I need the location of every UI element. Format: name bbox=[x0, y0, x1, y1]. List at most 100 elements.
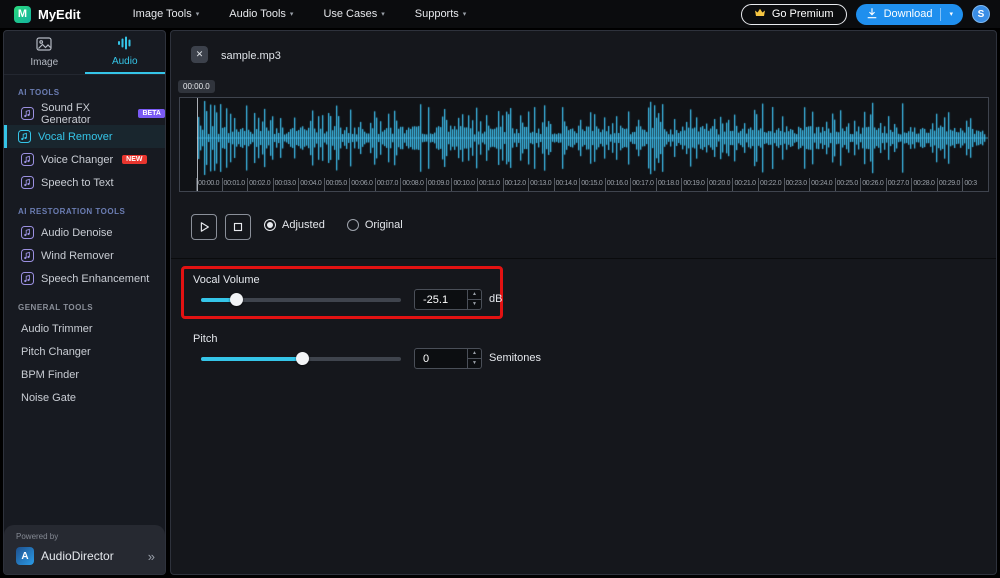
tab-image-label: Image bbox=[30, 57, 59, 68]
tab-image[interactable]: Image bbox=[4, 31, 85, 74]
sidebar-item-voice-changer[interactable]: Voice Changer NEW bbox=[4, 148, 165, 171]
sidebar-item-label: Noise Gate bbox=[21, 391, 77, 404]
timeline-tick: 00:3 bbox=[962, 178, 988, 191]
timeline-tick: 00:04.0 bbox=[298, 178, 324, 191]
tool-icon bbox=[21, 272, 34, 285]
chevron-down-icon[interactable]: ▾ bbox=[949, 10, 953, 18]
tool-icon bbox=[21, 176, 34, 189]
sidebar-item-sound-fx-generator[interactable]: Sound FX Generator BETA bbox=[4, 101, 165, 126]
audiodirector-logo-icon: A bbox=[16, 547, 34, 565]
main-nav: Image Tools ▾ Audio Tools ▾ Use Cases ▾ Suppor… bbox=[133, 8, 467, 20]
user-avatar[interactable]: S bbox=[972, 5, 990, 23]
timeline-tick: 00:07.0 bbox=[374, 178, 401, 191]
sidebar-item-vocal-remover[interactable]: Vocal Remover bbox=[4, 125, 165, 148]
timeline-tick: 00:18.0 bbox=[655, 178, 682, 191]
slider-handle[interactable] bbox=[296, 352, 309, 365]
timeline-tick: 00:14.0 bbox=[553, 178, 580, 191]
sidebar-tabs: Image Audio bbox=[4, 31, 165, 75]
timeline-tick: 00:06.0 bbox=[349, 178, 375, 191]
timeline-tick: 00:17.0 bbox=[630, 178, 656, 191]
play-button[interactable] bbox=[191, 214, 217, 240]
timeline-tick: 00:20.0 bbox=[706, 178, 733, 191]
powered-by-label: Powered by bbox=[16, 532, 59, 541]
timeline-tick: 00:10.0 bbox=[451, 178, 477, 191]
section-title: AI TOOLS bbox=[18, 88, 60, 97]
radio-adjusted[interactable]: Adjusted bbox=[264, 219, 325, 231]
timeline-tick: 00:01.0 bbox=[221, 178, 248, 191]
sidebar-item-wind-remover[interactable]: Wind Remover bbox=[4, 244, 165, 267]
sidebar-item-bpm-finder[interactable]: BPM Finder bbox=[4, 363, 165, 386]
sidebar-item-speech-to-text[interactable]: Speech to Text bbox=[4, 171, 165, 194]
nav-item-use-cases[interactable]: Use Cases ▾ bbox=[323, 8, 384, 20]
timeline-tick: 00:23.0 bbox=[783, 178, 810, 191]
pitch-slider[interactable] bbox=[201, 352, 401, 365]
close-file-button[interactable]: ✕ bbox=[191, 46, 208, 63]
section-title: AI RESTORATION TOOLS bbox=[18, 207, 126, 216]
pitch-spinner: ▲ ▼ bbox=[467, 349, 481, 368]
sidebar-item-label: Wind Remover bbox=[41, 249, 114, 262]
sidebar-item-noise-gate[interactable]: Noise Gate bbox=[4, 386, 165, 409]
timeline-tick: 00:28.0 bbox=[911, 178, 937, 191]
radio-original[interactable]: Original bbox=[346, 219, 403, 231]
slider-fill bbox=[201, 357, 302, 361]
spinner-down-icon[interactable]: ▼ bbox=[468, 359, 481, 368]
radio-label: Original bbox=[364, 219, 403, 231]
timeline-tick: 00:09.0 bbox=[425, 178, 452, 191]
sidebar-item-audio-trimmer[interactable]: Audio Trimmer bbox=[4, 317, 165, 340]
nav-item-label: Image Tools bbox=[132, 8, 192, 20]
timeline-tick: 00:29.0 bbox=[936, 178, 963, 191]
tool-icon bbox=[21, 153, 34, 166]
nav-item-label: Use Cases bbox=[323, 8, 378, 20]
waveform-canvas[interactable] bbox=[180, 98, 988, 178]
spinner-up-icon[interactable]: ▲ bbox=[468, 349, 481, 359]
chevron-down-icon: ▾ bbox=[289, 11, 294, 18]
double-chevron-icon[interactable]: » bbox=[148, 549, 155, 564]
sidebar-item-speech-enhancement[interactable]: Speech Enhancement bbox=[4, 267, 165, 290]
chevron-down-icon: ▾ bbox=[462, 11, 467, 18]
sidebar-item-label: Voice Changer bbox=[41, 153, 114, 166]
timeline-tick: 00:16.0 bbox=[604, 178, 631, 191]
vocal-volume-spinner: ▲ ▼ bbox=[467, 290, 481, 309]
spinner-up-icon[interactable]: ▲ bbox=[468, 290, 481, 300]
audio-waveform-icon bbox=[117, 36, 133, 53]
image-icon bbox=[36, 37, 52, 54]
tool-icon bbox=[18, 130, 31, 143]
sidebar-item-label: Sound FX Generator bbox=[41, 101, 91, 126]
timeline-tick: 00:02.0 bbox=[247, 178, 273, 191]
sidebar-item-label: Pitch Changer bbox=[21, 345, 91, 358]
stop-button[interactable] bbox=[225, 214, 251, 240]
tab-audio-label: Audio bbox=[111, 56, 138, 67]
tool-icon bbox=[21, 226, 34, 239]
crown-icon bbox=[754, 8, 766, 21]
go-premium-button[interactable]: Go Premium bbox=[740, 3, 847, 25]
brand-name: MyEdit bbox=[38, 6, 81, 22]
sidebar-item-pitch-changer[interactable]: Pitch Changer bbox=[4, 340, 165, 363]
timeline: 00:00.0 00:01.0 00:02.0 00:03.0 00:04.0 00:05… bbox=[196, 178, 988, 191]
tool-icon bbox=[21, 107, 34, 120]
sidebar-item-label: Speech Enhancement bbox=[41, 272, 150, 285]
chevron-down-icon: ▾ bbox=[381, 11, 385, 18]
sidebar: Image Audio AI TOOLS Sound FX Generator BE… bbox=[3, 30, 166, 575]
timeline-tick: 00:19.0 bbox=[681, 178, 707, 191]
nav-item-image-tools[interactable]: Image Tools ▾ bbox=[133, 8, 200, 20]
spinner-down-icon[interactable]: ▼ bbox=[468, 300, 481, 309]
tab-audio[interactable]: Audio bbox=[84, 31, 165, 74]
tool-icon bbox=[21, 249, 34, 262]
go-premium-label: Go Premium bbox=[771, 8, 834, 20]
sidebar-sections: AI TOOLS Sound FX Generator BETA Vocal Remo… bbox=[4, 88, 165, 409]
nav-item-audio-tools[interactable]: Audio Tools ▾ bbox=[229, 8, 293, 20]
download-label: Download bbox=[883, 8, 933, 20]
vocal-volume-slider[interactable] bbox=[201, 293, 401, 306]
timeline-tick: 00:15.0 bbox=[579, 178, 605, 191]
nav-item-label: Supports bbox=[414, 8, 459, 20]
myedit-logo-icon: M bbox=[14, 5, 31, 23]
sidebar-footer: Powered by A AudioDirector » bbox=[4, 525, 165, 574]
sidebar-item-label: Vocal Remover bbox=[38, 130, 113, 143]
slider-handle[interactable] bbox=[230, 293, 243, 306]
sidebar-item-audio-denoise[interactable]: Audio Denoise bbox=[4, 221, 165, 244]
download-button[interactable]: Download ▾ bbox=[855, 3, 963, 25]
brand[interactable]: M MyEdit bbox=[0, 5, 81, 23]
pitch-label: Pitch bbox=[193, 333, 218, 345]
nav-item-supports[interactable]: Supports ▾ bbox=[415, 8, 467, 20]
timeline-tick: 00:03.0 bbox=[272, 178, 299, 191]
